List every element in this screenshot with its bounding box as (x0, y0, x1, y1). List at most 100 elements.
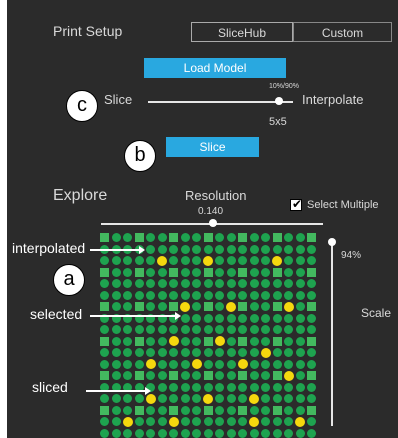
grid-cell-interpolated[interactable] (249, 348, 259, 357)
grid-cell-interpolated[interactable] (295, 256, 305, 265)
grid-cell-interpolated[interactable] (215, 244, 224, 254)
grid-cell-interpolated[interactable] (238, 313, 247, 323)
grid-cell-interpolated[interactable] (180, 428, 190, 438)
grid-cell-interpolated[interactable] (192, 428, 201, 438)
scale-slider-track[interactable] (331, 242, 333, 426)
grid-cell-sliced[interactable] (134, 405, 144, 415)
grid-cell-interpolated[interactable] (307, 313, 316, 323)
grid-cell-interpolated[interactable] (215, 267, 224, 277)
grid-cell-interpolated[interactable] (123, 290, 132, 300)
grid-cell-interpolated[interactable] (180, 336, 190, 346)
grid-cell-interpolated[interactable] (123, 325, 132, 334)
grid-cell-interpolated[interactable] (272, 279, 282, 288)
grid-cell-interpolated[interactable] (169, 244, 178, 254)
grid-cell-interpolated[interactable] (111, 233, 121, 242)
grid-cell-interpolated[interactable] (261, 336, 270, 346)
grid-cell-interpolated[interactable] (272, 313, 282, 323)
grid-cell-interpolated[interactable] (215, 428, 224, 438)
grid-cell-interpolated[interactable] (261, 256, 270, 265)
grid-cell-interpolated[interactable] (203, 348, 213, 357)
grid-cell-interpolated[interactable] (192, 313, 201, 323)
grid-cell-interpolated[interactable] (134, 428, 144, 438)
grid-cell-interpolated[interactable] (295, 359, 305, 369)
grid-cell-selected[interactable] (226, 301, 236, 312)
tab-custom[interactable]: Custom (293, 22, 392, 42)
grid-cell-selected[interactable] (145, 359, 156, 369)
grid-cell-sliced[interactable] (203, 405, 213, 415)
grid-cell-interpolated[interactable] (295, 405, 305, 415)
grid-cell-interpolated[interactable] (226, 348, 236, 357)
grid-cell-interpolated[interactable] (100, 394, 109, 403)
grid-cell-interpolated[interactable] (157, 417, 167, 426)
grid-cell-sliced[interactable] (134, 233, 144, 242)
grid-cell-interpolated[interactable] (307, 417, 316, 426)
grid-cell-selected[interactable] (260, 347, 271, 358)
grid-cell-interpolated[interactable] (295, 382, 305, 392)
grid-cell-interpolated[interactable] (123, 336, 132, 346)
grid-cell-interpolated[interactable] (295, 325, 305, 334)
grid-cell-interpolated[interactable] (134, 279, 144, 288)
grid-cell-interpolated[interactable] (226, 244, 236, 254)
grid-cell-interpolated[interactable] (261, 417, 270, 426)
grid-cell-interpolated[interactable] (203, 382, 213, 392)
grid-cell-interpolated[interactable] (146, 371, 155, 380)
grid-cell-interpolated[interactable] (215, 290, 224, 300)
grid-cell-interpolated[interactable] (146, 417, 155, 426)
grid-cell-interpolated[interactable] (180, 244, 190, 254)
grid-cell-interpolated[interactable] (215, 359, 224, 369)
grid-cell-interpolated[interactable] (111, 290, 121, 300)
grid-cell-interpolated[interactable] (123, 405, 132, 415)
grid-cell-interpolated[interactable] (123, 359, 132, 369)
grid-cell-interpolated[interactable] (157, 233, 167, 242)
grid-cell-interpolated[interactable] (284, 267, 293, 277)
grid-cell-sliced[interactable] (307, 371, 316, 380)
grid-cell-interpolated[interactable] (272, 428, 282, 438)
grid-cell-interpolated[interactable] (180, 256, 190, 265)
grid-cell-interpolated[interactable] (157, 244, 167, 254)
grid-cell-interpolated[interactable] (284, 405, 293, 415)
grid-cell-interpolated[interactable] (134, 348, 144, 357)
grid-cell-interpolated[interactable] (226, 290, 236, 300)
grid-cell-interpolated[interactable] (272, 417, 282, 426)
grid-cell-interpolated[interactable] (307, 428, 316, 438)
grid-cell-selected[interactable] (180, 301, 190, 312)
grid-cell-interpolated[interactable] (307, 348, 316, 357)
grid-cell-interpolated[interactable] (111, 336, 121, 346)
grid-cell-interpolated[interactable] (215, 279, 224, 288)
grid-cell-interpolated[interactable] (215, 382, 224, 392)
grid-cell-sliced[interactable] (272, 371, 282, 380)
grid-cell-interpolated[interactable] (226, 371, 236, 380)
grid-cell-interpolated[interactable] (157, 371, 167, 380)
grid-cell-interpolated[interactable] (203, 417, 213, 426)
grid-cell-interpolated[interactable] (215, 256, 224, 265)
grid-cell-sliced[interactable] (134, 302, 144, 311)
grid-cell-interpolated[interactable] (261, 325, 270, 334)
grid-cell-interpolated[interactable] (146, 267, 155, 277)
grid-cell-interpolated[interactable] (284, 359, 293, 369)
grid-cell-interpolated[interactable] (157, 290, 167, 300)
grid-cell-interpolated[interactable] (226, 394, 236, 403)
grid-cell-interpolated[interactable] (111, 256, 121, 265)
grid-cell-interpolated[interactable] (226, 359, 236, 369)
grid-cell-interpolated[interactable] (146, 405, 155, 415)
grid-cell-interpolated[interactable] (238, 382, 247, 392)
grid-cell-selected[interactable] (168, 336, 179, 346)
grid-cell-selected[interactable] (237, 359, 248, 369)
grid-cell-interpolated[interactable] (238, 394, 247, 403)
grid-cell-interpolated[interactable] (157, 302, 167, 311)
grid-cell-interpolated[interactable] (249, 267, 259, 277)
grid-cell-interpolated[interactable] (203, 313, 213, 323)
grid-cell-interpolated[interactable] (123, 279, 132, 288)
grid-cell-interpolated[interactable] (261, 405, 270, 415)
grid-cell-interpolated[interactable] (215, 325, 224, 334)
grid-cell-sliced[interactable] (134, 371, 144, 380)
grid-cell-interpolated[interactable] (307, 359, 316, 369)
grid-cell-interpolated[interactable] (261, 359, 270, 369)
grid-cell-sliced[interactable] (100, 371, 109, 380)
grid-cell-interpolated[interactable] (146, 348, 155, 357)
grid-cell-interpolated[interactable] (157, 336, 167, 346)
grid-cell-interpolated[interactable] (261, 233, 270, 242)
grid-cell-interpolated[interactable] (295, 371, 305, 380)
grid-cell-sliced[interactable] (100, 267, 109, 277)
grid-cell-interpolated[interactable] (249, 290, 259, 300)
